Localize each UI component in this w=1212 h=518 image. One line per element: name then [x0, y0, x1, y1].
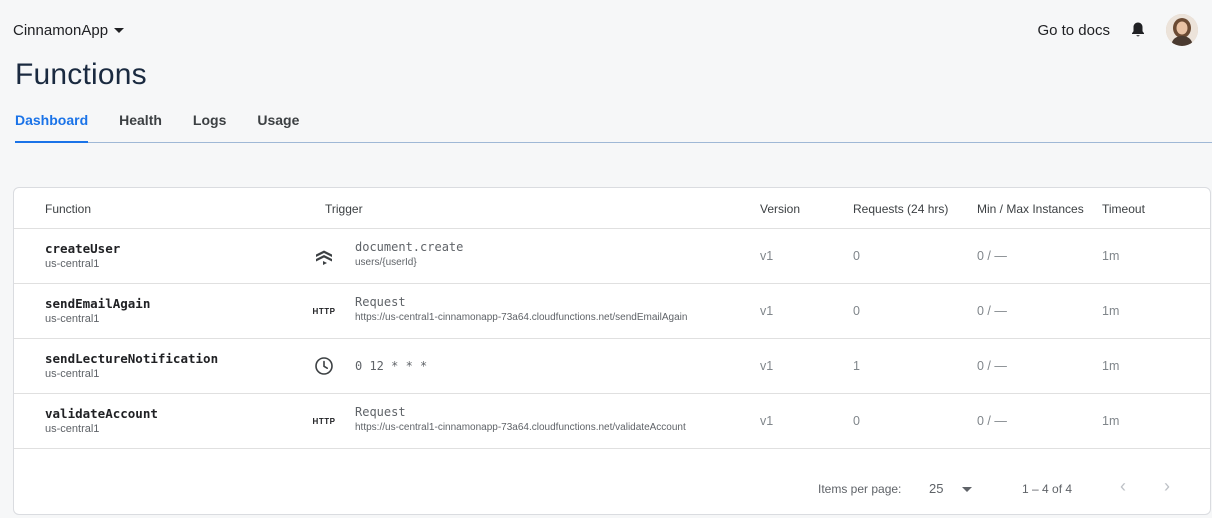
items-per-page-select[interactable]: 25	[929, 481, 943, 496]
function-region: us-central1	[45, 313, 100, 325]
instances-cell: 0 / —	[977, 249, 1007, 263]
chevron-right-icon[interactable]: ›	[1164, 476, 1170, 497]
trigger-event: document.create	[355, 240, 464, 254]
chevron-left-icon[interactable]: ‹	[1120, 476, 1126, 497]
tab-usage[interactable]: Usage	[257, 112, 299, 142]
firestore-icon	[311, 244, 337, 268]
version-cell: v1	[760, 249, 774, 263]
requests-cell: 0	[853, 304, 860, 318]
trigger-resource: users/{userId}	[355, 257, 417, 268]
column-header-function: Function	[45, 202, 92, 216]
version-cell: v1	[760, 304, 774, 318]
timeout-cell: 1m	[1102, 304, 1120, 318]
timeout-cell: 1m	[1102, 359, 1120, 373]
column-header-requests: Requests (24 hrs)	[853, 202, 949, 216]
function-name[interactable]: validateAccount	[45, 406, 158, 421]
table-row[interactable]: createUser us-central1 document.create u…	[14, 228, 1210, 284]
go-to-docs-link[interactable]: Go to docs	[1037, 22, 1110, 39]
trigger-schedule: 0 12 * * *	[355, 359, 428, 373]
clock-icon	[311, 354, 337, 378]
requests-cell: 0	[853, 249, 860, 263]
http-icon: HTTP	[311, 299, 337, 323]
column-header-version: Version	[760, 202, 801, 216]
instances-cell: 0 / —	[977, 359, 1007, 373]
tab-dashboard[interactable]: Dashboard	[15, 112, 89, 143]
function-name[interactable]: sendLectureNotification	[45, 351, 218, 366]
http-icon: HTTP	[311, 409, 337, 433]
trigger-url[interactable]: https://us-central1-cinnamonapp-73a64.cl…	[355, 312, 687, 323]
user-avatar[interactable]	[1166, 14, 1198, 46]
requests-cell: 1	[853, 359, 860, 373]
timeout-cell: 1m	[1102, 249, 1120, 263]
instances-cell: 0 / —	[977, 304, 1007, 318]
items-per-page-label: Items per page:	[818, 482, 902, 496]
instances-cell: 0 / —	[977, 414, 1007, 428]
column-header-instances: Min / Max Instances	[977, 202, 1084, 216]
app-name: CinnamonApp	[13, 22, 109, 39]
function-name[interactable]: sendEmailAgain	[45, 296, 150, 311]
table-header: Function Trigger Version Requests (24 hr…	[14, 188, 1210, 229]
timeout-cell: 1m	[1102, 414, 1120, 428]
column-header-timeout: Timeout	[1102, 202, 1145, 216]
caret-down-icon	[114, 28, 125, 33]
notifications-bell-icon[interactable]	[1128, 20, 1148, 40]
version-cell: v1	[760, 414, 774, 428]
functions-page: CinnamonApp Go to docs Functions Dashboa…	[0, 0, 1212, 518]
trigger-url[interactable]: https://us-central1-cinnamonapp-73a64.cl…	[355, 422, 686, 433]
trigger-event: Request	[355, 405, 406, 419]
table-row[interactable]: sendEmailAgain us-central1 HTTP Request …	[14, 283, 1210, 339]
page-range: 1 – 4 of 4	[1022, 482, 1073, 496]
table-row[interactable]: sendLectureNotification us-central1 0 12…	[14, 338, 1210, 394]
requests-cell: 0	[853, 414, 860, 428]
top-bar: CinnamonApp Go to docs	[0, 0, 1212, 60]
table-row[interactable]: validateAccount us-central1 HTTP Request…	[14, 393, 1210, 449]
tab-health[interactable]: Health	[119, 112, 162, 142]
version-cell: v1	[760, 359, 774, 373]
app-switcher[interactable]: CinnamonApp	[13, 22, 125, 39]
pagination: Items per page: 25 1 – 4 of 4 ‹ ›	[14, 450, 1210, 514]
function-name[interactable]: createUser	[45, 241, 120, 256]
functions-table-card: Function Trigger Version Requests (24 hr…	[13, 187, 1211, 515]
function-region: us-central1	[45, 368, 100, 380]
page-title: Functions	[15, 58, 147, 91]
caret-down-icon[interactable]	[962, 487, 972, 492]
http-badge: HTTP	[312, 306, 336, 316]
http-badge: HTTP	[312, 416, 336, 426]
function-region: us-central1	[45, 258, 100, 270]
column-header-trigger: Trigger	[325, 202, 363, 216]
function-region: us-central1	[45, 423, 100, 435]
tab-logs[interactable]: Logs	[193, 112, 226, 142]
trigger-event: Request	[355, 295, 406, 309]
top-right-actions: Go to docs	[1037, 14, 1198, 46]
tab-bar: Dashboard Health Logs Usage	[15, 112, 1212, 143]
